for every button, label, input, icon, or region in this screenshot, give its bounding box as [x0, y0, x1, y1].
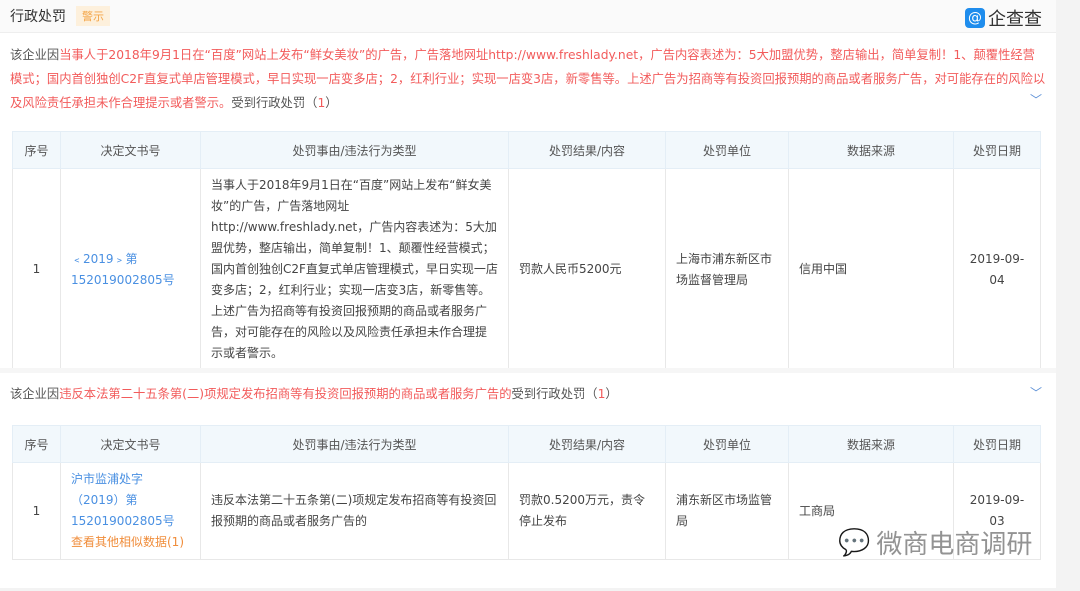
section-divider	[0, 368, 1056, 373]
section-summary: 该企业因当事人于2018年9月1日在“百度”网站上发布“鲜女美妆”的广告，广告落…	[0, 43, 1056, 115]
col-unit: 处罚单位	[666, 132, 789, 169]
col-doc-no: 决定文书号	[61, 132, 201, 169]
col-source: 数据来源	[789, 132, 954, 169]
penalty-section-1: 该企业因当事人于2018年9月1日在“百度”网站上发布“鲜女美妆”的广告，广告落…	[0, 43, 1056, 115]
doc-no-link[interactable]: 沪市监浦处字（2019）第152019002805号	[71, 472, 175, 528]
view-similar-link[interactable]: 查看其他相似数据(1)	[71, 535, 184, 549]
chevron-down-icon[interactable]: ﹀	[1030, 91, 1042, 108]
qichacha-logo: @企查查	[965, 5, 1042, 31]
section-summary: 该企业因违反本法第二十五条第(二)项规定发布招商等有投资回报预期的商品或者服务广…	[0, 382, 1056, 406]
col-index: 序号	[13, 132, 61, 169]
panel-title: 行政处罚	[10, 6, 66, 26]
col-reason: 处罚事由/违法行为类型	[201, 132, 509, 169]
wechat-icon: 💬	[838, 528, 870, 558]
watermark: 💬微商电商调研	[838, 524, 1032, 561]
penalty-table-1: 序号 决定文书号 处罚事由/违法行为类型 处罚结果/内容 处罚单位 数据来源 处…	[12, 131, 1041, 371]
table-row: 1 ﹤2019﹥第152019002805号 当事人于2018年9月1日在“百度…	[13, 169, 1041, 371]
col-date: 处罚日期	[954, 132, 1041, 169]
logo-icon: @	[965, 8, 985, 28]
warning-badge: 警示	[76, 6, 110, 26]
col-result: 处罚结果/内容	[509, 132, 666, 169]
panel-header: 行政处罚 警示 @企查查	[0, 0, 1056, 33]
admin-penalty-panel: 行政处罚 警示 @企查查 该企业因当事人于2018年9月1日在“百度”网站上发布…	[0, 0, 1056, 588]
doc-no-link[interactable]: ﹤2019﹥第152019002805号	[71, 252, 175, 287]
chevron-down-icon[interactable]: ﹀	[1030, 384, 1042, 401]
penalty-section-2: 该企业因违反本法第二十五条第(二)项规定发布招商等有投资回报预期的商品或者服务广…	[0, 382, 1056, 406]
